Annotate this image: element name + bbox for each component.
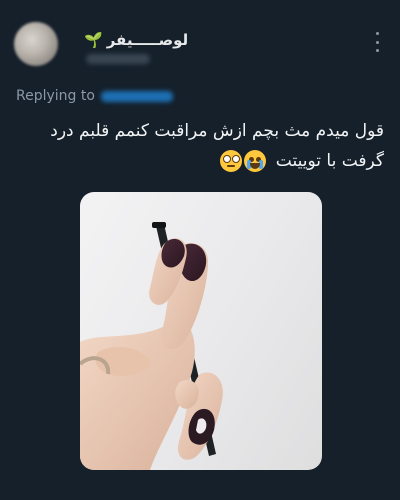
replying-to-label: Replying to [16,88,95,104]
author-name-row[interactable]: لوصـــــیفر 🌱 [84,30,188,50]
author-display-name[interactable]: لوصـــــیفر [107,31,188,49]
emoji-row [220,150,267,172]
author-handle-blurred [86,54,150,64]
tweet-image[interactable] [80,192,322,470]
reply-mention-blurred[interactable] [100,90,173,102]
avatar[interactable] [14,22,58,66]
more-options-icon[interactable] [374,32,380,52]
hand-holding-stylus-icon [80,222,223,470]
loudly-crying-face-icon [244,150,267,172]
tweet-body: قول میدم مث بچم ازش مراقبت کنمم قلبم درد… [50,121,384,171]
tweet-text: قول میدم مث بچم ازش مراقبت کنمم قلبم درد… [14,116,384,176]
face-with-rolling-eyes-icon [220,150,243,172]
replying-to-line: Replying to [16,88,173,104]
sprout-icon: 🌱 [84,31,103,49]
